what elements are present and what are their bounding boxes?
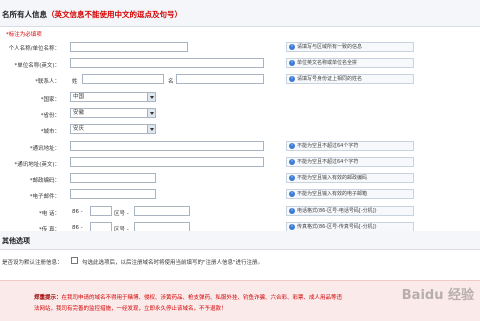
phone-hint: i 电话格式(86-区号-电话号码[-分机]) xyxy=(286,206,414,216)
postcode-input[interactable] xyxy=(70,173,156,183)
divider xyxy=(0,249,480,250)
default-info-label: 是否设为默认注册信息： xyxy=(2,260,63,266)
city-label: *城市： xyxy=(40,129,60,135)
postcode-label: *邮政编码： xyxy=(29,178,60,184)
address-en-label: *通讯地址(英文)： xyxy=(14,162,60,168)
city-select[interactable]: 安庆 xyxy=(70,124,156,134)
contact-label: *联系人： xyxy=(35,79,60,85)
info-icon: i xyxy=(289,159,295,165)
other-options-title: 其他选项 xyxy=(2,237,30,245)
postcode-hint: i 不能为空且输入有效的邮政编码 xyxy=(286,173,414,183)
country-label: *国家： xyxy=(40,97,60,103)
org-name-en-input[interactable] xyxy=(70,58,264,68)
phone-area-input[interactable] xyxy=(90,206,112,216)
chevron-down-icon xyxy=(147,125,155,133)
address-en-input[interactable] xyxy=(70,157,264,167)
org-name-hint: i 请填写与区域所有一致的信息 xyxy=(286,42,414,52)
warning-line-2: 法网站，我司有完善的监控措施，一经发现，立即永久停止该域名，不予退款！ xyxy=(34,306,227,312)
chevron-down-icon xyxy=(147,109,155,117)
default-info-text: 勾选此选项后，以后注册域名时将使用当前填写的"注册人信息"进行注册。 xyxy=(82,260,264,266)
province-select[interactable]: 安徽 xyxy=(70,108,156,118)
org-name-en-label: *单位名称(英文)： xyxy=(14,63,60,69)
info-icon: i xyxy=(289,143,295,149)
info-icon: i xyxy=(289,76,295,82)
given-name-input[interactable] xyxy=(176,74,264,84)
required-note: *标注为必填项 xyxy=(6,32,42,38)
phone-number-input[interactable] xyxy=(134,206,190,216)
surname-label: 姓 xyxy=(72,79,78,85)
address-input[interactable] xyxy=(70,141,264,151)
phone-label: *电 话： xyxy=(39,211,60,217)
email-input[interactable] xyxy=(70,189,156,199)
info-icon: i xyxy=(289,175,295,181)
address-en-hint: i 不能为空且不超过64个字符 xyxy=(286,157,414,167)
address-label: *通讯地址： xyxy=(29,146,60,152)
info-icon: i xyxy=(289,208,295,214)
org-name-input[interactable] xyxy=(70,42,188,52)
warning-line-1: 郑重提示：在我司申请的域名不得用于赌博、侵权、涉黄药品、枪支弹药、私服外挂、钓鱼… xyxy=(34,295,343,301)
surname-input[interactable] xyxy=(82,74,164,84)
default-info-checkbox[interactable] xyxy=(71,257,78,264)
info-icon: i xyxy=(289,191,295,197)
info-icon: i xyxy=(289,224,295,230)
given-name-label: 名 xyxy=(168,79,174,85)
info-icon: i xyxy=(289,60,295,66)
watermark: Baidu 经验 xyxy=(401,288,474,303)
other-options-header xyxy=(0,231,480,249)
country-select[interactable]: 中国 xyxy=(70,92,156,102)
contact-hint: i 请填写号身份证上相同的姓名 xyxy=(286,74,414,84)
info-icon: i xyxy=(289,44,295,50)
section-title: 名所有人信息（英文信息不能使用中文的逗点及句号） xyxy=(2,10,182,19)
address-hint: i 不能为空且不超过64个字符 xyxy=(286,141,414,151)
phone-country-code: 86 - xyxy=(72,209,83,215)
province-label: *省份： xyxy=(40,113,60,119)
email-label: *电子邮件： xyxy=(29,194,60,200)
email-hint: i 不能为空且输入有效的电子邮箱 xyxy=(286,189,414,199)
chevron-down-icon xyxy=(147,93,155,101)
phone-area-label: 区号 - xyxy=(114,211,129,217)
org-name-en-hint: i 单位英文名称或单位名全拼 xyxy=(286,58,414,68)
org-name-label: 个人名称/单位名称： xyxy=(8,46,60,52)
